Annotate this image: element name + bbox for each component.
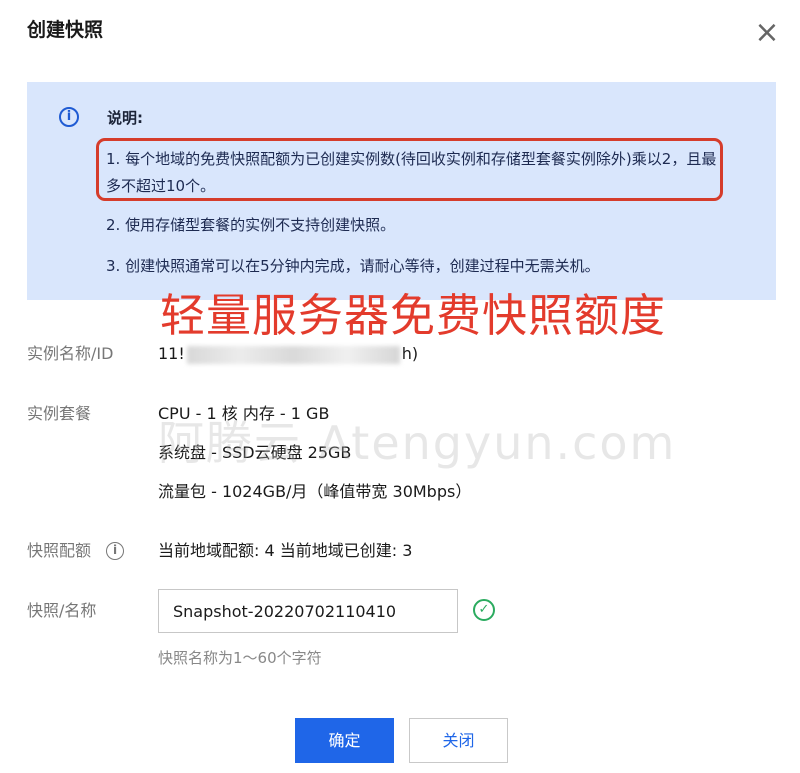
close-button[interactable]: 关闭 [409, 718, 508, 763]
overlay-caption: 轻量服务器免费快照额度 [160, 289, 667, 342]
snapshot-name-input[interactable] [158, 589, 458, 633]
quota-value: 当前地域配额: 4 当前地域已创建: 3 [158, 541, 413, 560]
create-snapshot-dialog: 创建快照 × i 说明: 1. 每个地域的免费快照配额为已创建实例数(待回收实例… [0, 0, 800, 773]
help-icon[interactable]: i [106, 542, 124, 560]
snapshot-name-label: 快照/名称 [27, 601, 97, 620]
instance-id: 11! h) [158, 342, 418, 366]
notice-item-2: 2. 使用存储型套餐的实例不支持创建快照。 [106, 216, 396, 234]
snapshot-name-hint: 快照名称为1～60个字符 [158, 649, 322, 667]
check-circle-icon: ✓ [473, 599, 495, 621]
instance-id-prefix: 11! [158, 344, 185, 363]
dialog-title: 创建快照 [27, 19, 104, 41]
highlight-annotation-box [96, 138, 723, 201]
plan-system-disk: 系统盘 - SSD云硬盘 25GB [158, 443, 352, 462]
quota-label: 快照配额 [27, 541, 92, 560]
info-icon: i [59, 107, 79, 127]
plan-cpu-memory: CPU - 1 核 内存 - 1 GB [158, 404, 330, 423]
notice-item-3: 3. 创建快照通常可以在5分钟内完成，请耐心等待，创建过程中无需关机。 [106, 257, 600, 275]
notice-heading: 说明: [107, 109, 143, 127]
blurred-instance-id [186, 345, 400, 364]
plan-label: 实例套餐 [27, 404, 92, 423]
close-icon[interactable]: × [752, 18, 782, 48]
instance-id-suffix: h) [401, 344, 419, 363]
plan-traffic: 流量包 - 1024GB/月（峰值带宽 30Mbps） [158, 482, 472, 501]
instance-label: 实例名称/ID [27, 344, 114, 363]
confirm-button[interactable]: 确定 [295, 718, 394, 763]
